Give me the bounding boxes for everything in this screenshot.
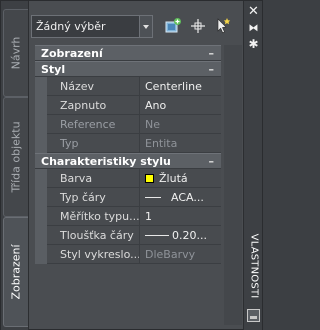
palette-title-text: VLASTNOSTI [248,233,259,299]
property-name: Název [47,77,140,96]
color-value: Žlutá [159,172,188,185]
property-row-meritko-typu[interactable]: Měřítko typu... 1 [35,207,221,226]
property-name: Typ [47,134,140,153]
row-gutter [35,245,47,264]
property-row-reference: Reference Ne [35,115,221,134]
property-name: Barva [47,169,140,188]
properties-menu-icon[interactable]: ✱ [247,38,260,51]
property-row-styl-vykresleni[interactable]: Styl vykreslo... DleBarvy [35,245,221,264]
property-name: Typ čáry [47,188,140,207]
row-gutter [35,207,47,226]
property-row-tloustka-cary[interactable]: Tloušťka čáry 0.20... [35,226,221,245]
property-value: Entita [140,134,221,153]
property-name: Zapnuto [47,96,140,115]
palette-title-bar: ✕ ⧓ ✱ VLASTNOSTI [243,1,262,330]
scrollbar[interactable] [224,45,242,325]
category-charakteristiky-stylu[interactable]: Charakteristiky stylu – [35,153,221,169]
property-row-nazev[interactable]: Název Centerline [35,77,221,96]
category-zobrazeni-label: Zobrazení [41,47,103,60]
pick-objects-icon[interactable] [188,16,208,36]
property-name: Styl vykreslo... [47,245,140,264]
property-value[interactable]: Ano [140,96,221,115]
property-name: Tloušťka čáry [47,226,140,245]
property-row-barva[interactable]: Barva Žlutá [35,169,221,188]
color-swatch [145,174,154,183]
chevron-down-icon[interactable] [139,16,152,37]
selection-dropdown-value: Žádný výběr [36,20,106,33]
row-gutter [35,226,47,245]
lineweight-value: 0.20... [172,229,207,242]
property-value[interactable]: 0.20... [140,226,221,245]
selection-dropdown[interactable]: Žádný výběr [31,15,153,38]
property-value[interactable]: Žlutá [140,169,221,188]
tab-zobrazeni-label: Zobrazení [9,244,23,300]
category-styl[interactable]: Styl – [35,61,221,77]
property-value[interactable]: 1 [140,207,221,226]
category-styl-label: Styl [41,63,66,76]
tab-navrh[interactable]: Návrh [3,9,28,97]
linetype-value: ACA... [171,191,204,204]
property-value: Ne [140,115,221,134]
row-gutter [35,115,47,134]
row-gutter [35,77,47,96]
tab-navrh-label: Návrh [9,36,23,70]
property-value[interactable]: Centerline [140,77,221,96]
linetype-preview [145,197,161,198]
property-value[interactable]: DleBarvy [140,245,221,264]
row-gutter [35,96,47,115]
palette-bottom-icon[interactable] [247,309,260,322]
property-grid: Zobrazení – Styl – Název Centerline Zapn… [35,45,221,264]
row-gutter [35,169,47,188]
tab-trida-objektu[interactable]: Třída objektu [3,97,28,217]
tab-trida-objektu-label: Třída objektu [9,121,23,193]
property-value[interactable]: ACA... [140,188,221,207]
toggle-pickadd-icon[interactable] [213,16,233,36]
tab-zobrazeni[interactable]: Zobrazení [3,217,28,327]
property-name: Měřítko typu... [47,207,140,226]
property-name: Reference [47,115,140,134]
palette-title: VLASTNOSTI [244,231,263,301]
property-row-typ: Typ Entita [35,134,221,153]
row-gutter [35,188,47,207]
autohide-icon[interactable]: ⧓ [247,22,260,35]
collapse-icon[interactable]: – [209,62,215,77]
quick-select-icon[interactable] [163,16,183,36]
toolbar: Žádný výběr [29,1,245,45]
properties-palette: Návrh Třída objektu Zobrazení Žádný výbě… [0,0,263,330]
close-icon[interactable]: ✕ [247,5,260,18]
vertical-tab-strip: Návrh Třída objektu Zobrazení [1,1,29,330]
collapse-icon[interactable]: – [209,46,215,61]
property-row-zapnuto[interactable]: Zapnuto Ano [35,96,221,115]
category-charakteristiky-stylu-label: Charakteristiky stylu [41,155,171,168]
row-gutter [35,134,47,153]
property-row-typ-cary[interactable]: Typ čáry ACA... [35,188,221,207]
lineweight-preview [145,235,169,236]
category-zobrazeni[interactable]: Zobrazení – [35,45,221,61]
collapse-icon[interactable]: – [209,154,215,169]
